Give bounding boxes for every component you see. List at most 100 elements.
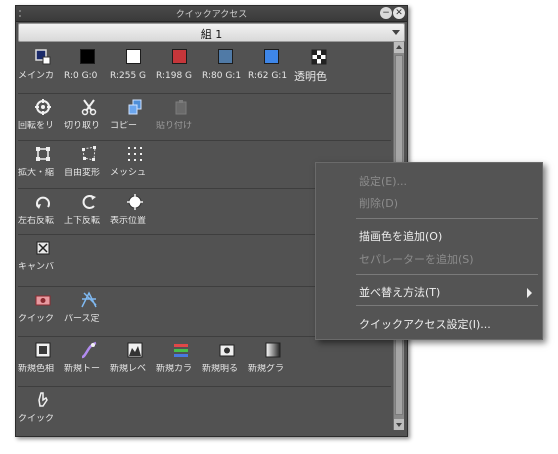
perspective-ruler-item[interactable]: パース定 — [64, 286, 110, 330]
item-label: R:62 G:1 — [248, 71, 288, 81]
context-menu: 設定(E)... 削除(D) 描画色を追加(O) セパレーターを追加(S) 並べ… — [315, 162, 543, 340]
item-label: 切り取り — [64, 121, 101, 131]
item-label: R:198 G — [156, 71, 193, 81]
mesh-transform-icon — [128, 147, 142, 161]
item-label: 左右反転 — [18, 216, 55, 226]
item-label: クイック — [18, 414, 55, 424]
item-label: 貼り付け — [156, 121, 193, 131]
color-swatch — [218, 49, 233, 64]
item-label: コピー — [110, 121, 138, 131]
color-swatch — [80, 49, 95, 64]
color-swatch — [126, 49, 141, 64]
free-transform-icon — [82, 146, 96, 161]
quick-mask-item[interactable]: クイック — [18, 286, 64, 330]
display-position-icon — [127, 194, 143, 210]
scale-icon — [36, 147, 50, 161]
main-color-item[interactable]: メインカ — [18, 43, 64, 87]
new-tone-curve-layer-item[interactable]: 新規トー — [64, 336, 110, 380]
panel-title: クイックアクセス — [175, 10, 248, 20]
transparent-checker-icon — [311, 49, 327, 65]
chevron-down-icon — [392, 30, 400, 35]
color-swatch-item[interactable]: R:198 G — [156, 43, 202, 87]
main-color-icon — [35, 49, 51, 65]
new-level-layer-item[interactable]: 新規レベ — [110, 336, 156, 380]
group-quick-access: クイック — [18, 386, 391, 430]
new-brightness-layer-item[interactable]: 新規明る — [202, 336, 248, 380]
item-label: 回転をリ — [18, 121, 55, 131]
item-label: 上下反転 — [64, 216, 101, 226]
scroll-down-button[interactable] — [394, 419, 404, 430]
item-label: 新規トー — [64, 364, 101, 374]
copy-item[interactable]: コピー — [110, 93, 156, 137]
color-swatch — [172, 49, 187, 64]
copy-icon — [128, 99, 142, 115]
set-selector[interactable]: 組 1 — [18, 23, 405, 42]
color-swatch-item[interactable]: R:255 G — [110, 43, 156, 87]
color-swatch-item[interactable]: R:0 G:0 — [64, 43, 110, 87]
color-swatch-item[interactable]: R:62 G:1 — [248, 43, 294, 87]
reset-rotation-icon — [35, 99, 51, 115]
group-edit: 回転をリ 切り取り コピー 貼り付け — [18, 93, 391, 141]
flip-vertical-icon — [82, 195, 96, 209]
display-position-item[interactable]: 表示位置 — [110, 188, 156, 232]
scroll-up-button[interactable] — [394, 42, 404, 53]
menu-item-add-drawing-color[interactable]: 描画色を追加(O) — [316, 224, 542, 246]
close-icon[interactable]: ✕ — [393, 7, 405, 19]
item-label: R:255 G — [110, 71, 147, 81]
item-label: メインカ — [18, 71, 55, 81]
menu-separator — [356, 218, 538, 219]
flip-vertical-item[interactable]: 上下反転 — [64, 188, 110, 232]
item-label: R:80 G:1 — [202, 71, 242, 81]
menu-item-label: 設定(E)... — [359, 175, 408, 188]
paste-icon — [175, 100, 187, 115]
menu-separator — [356, 305, 538, 306]
paste-item[interactable]: 貼り付け — [156, 93, 202, 137]
new-gradient-map-layer-item[interactable]: 新規グラ — [248, 336, 294, 380]
cut-item[interactable]: 切り取り — [64, 93, 110, 137]
new-hue-layer-item[interactable]: 新規色相 — [18, 336, 64, 380]
new-level-layer-icon — [127, 342, 143, 358]
menu-item-quick-access-settings[interactable]: クイックアクセス設定(I)... — [316, 312, 542, 334]
item-label: 新規レベ — [110, 364, 147, 374]
new-brightness-layer-icon — [219, 344, 235, 357]
canvas-item[interactable]: キャンバ — [18, 234, 64, 278]
quick-access-hand-icon — [38, 392, 48, 407]
item-label: 拡大・縮 — [18, 168, 55, 178]
new-color-balance-layer-item[interactable]: 新規カラ — [156, 336, 202, 380]
mesh-transform-item[interactable]: メッシュ — [110, 140, 156, 184]
scissors-icon — [81, 99, 97, 116]
color-swatch-item[interactable]: R:80 G:1 — [202, 43, 248, 87]
menu-item-label: セパレーターを追加(S) — [359, 253, 474, 266]
menu-item-sort-method[interactable]: 並べ替え方法(T) — [316, 280, 542, 302]
item-label: 新規カラ — [156, 364, 193, 374]
new-gradient-map-layer-icon — [265, 342, 281, 358]
menu-separator — [356, 274, 538, 275]
menu-item-label: 削除(D) — [359, 197, 399, 210]
menu-item-add-separator[interactable]: セパレーターを追加(S) — [316, 247, 542, 269]
minimize-icon[interactable]: − — [380, 7, 392, 19]
reset-rotation-item[interactable]: 回転をリ — [18, 93, 64, 137]
menu-item-settings[interactable]: 設定(E)... — [316, 169, 542, 191]
new-color-balance-layer-icon — [174, 344, 188, 357]
new-hue-layer-icon — [35, 342, 51, 358]
panel-titlebar[interactable]: クイックアクセス − ✕ — [16, 6, 407, 22]
perspective-ruler-icon — [81, 291, 97, 308]
group-adjustment-layers: 新規色相 新規トー 新規レベ 新規カラ 新規明る 新規グラ — [18, 336, 391, 387]
menu-item-label: 描画色を追加(O) — [359, 230, 443, 243]
quick-access-item[interactable]: クイック — [18, 386, 64, 430]
flip-horizontal-item[interactable]: 左右反転 — [18, 188, 64, 232]
scale-item[interactable]: 拡大・縮 — [18, 140, 64, 184]
group-colors: メインカ R:0 G:0 R:255 G R:198 G R:80 G:1 R:… — [18, 43, 391, 94]
transparent-color-item[interactable]: 透明色 — [294, 43, 340, 87]
item-label: パース定 — [64, 314, 100, 324]
item-label: クイック — [18, 314, 55, 324]
menu-item-label: クイックアクセス設定(I)... — [359, 318, 491, 331]
item-label: 新規明る — [202, 364, 239, 374]
free-transform-item[interactable]: 自由変形 — [64, 140, 110, 184]
set-selector-value: 組 1 — [200, 28, 223, 41]
item-label: 表示位置 — [110, 216, 147, 226]
item-label: 自由変形 — [64, 168, 101, 178]
canvas-icon — [36, 241, 50, 255]
color-swatch — [264, 49, 279, 64]
menu-item-delete[interactable]: 削除(D) — [316, 191, 542, 213]
